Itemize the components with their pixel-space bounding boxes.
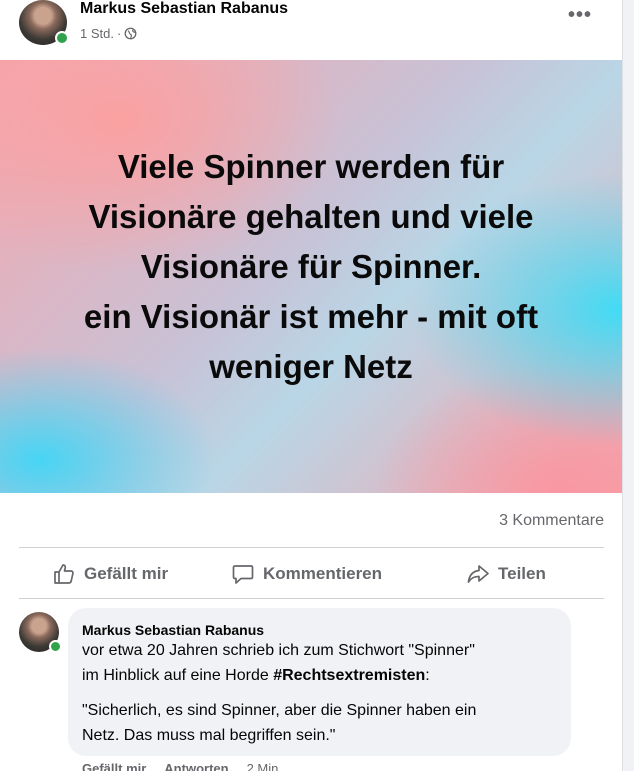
online-status-dot	[55, 31, 69, 45]
thumbs-up-icon	[54, 564, 74, 584]
divider	[19, 598, 604, 599]
post-actions: Gefällt mir Kommentieren Teilen	[19, 548, 604, 598]
comment: Markus Sebastian Rabanus vor etwa 20 Jah…	[0, 608, 622, 771]
comment-icon	[232, 565, 254, 584]
like-button[interactable]: Gefällt mir	[52, 562, 168, 586]
share-label: Teilen	[498, 564, 546, 583]
author-avatar[interactable]	[19, 0, 69, 45]
comment-label: Kommentieren	[263, 564, 383, 583]
globe-icon	[124, 27, 137, 40]
comment-quote-line: Netz. Das muss mal begriffen sein."	[82, 727, 336, 744]
banner-line: weniger Netz	[209, 347, 413, 385]
comment-button[interactable]: Kommentieren	[231, 562, 382, 586]
more-options-icon[interactable]: •••	[568, 5, 594, 28]
post-card: Markus Sebastian Rabanus 1 Std. · ••• Vi…	[0, 0, 623, 771]
comment-reply-link[interactable]: Antworten	[164, 761, 228, 771]
comments-count[interactable]: 3 Kommentare	[499, 512, 604, 530]
comment-like-link[interactable]: Gefällt mir	[82, 761, 146, 771]
share-button[interactable]: Teilen	[466, 562, 546, 586]
comment-time[interactable]: 2 Min.	[247, 761, 282, 771]
comment-actions: Gefällt mir Antworten 2 Min.	[82, 761, 282, 771]
post-author-name[interactable]: Markus Sebastian Rabanus	[80, 0, 288, 18]
meta-separator: ·	[116, 26, 122, 41]
banner-line: Viele Spinner werden für	[117, 147, 505, 185]
banner-line: Visionäre gehalten und viele	[88, 197, 534, 235]
post-meta: 1 Std. ·	[80, 26, 137, 41]
post-text-banner: Viele Spinner werden für Visionäre gehal…	[0, 60, 622, 493]
like-label: Gefällt mir	[84, 564, 169, 583]
commenter-avatar[interactable]	[19, 612, 62, 653]
commenter-name[interactable]: Markus Sebastian Rabanus	[82, 622, 264, 638]
comment-text-fragment: im Hinblick auf eine Horde	[82, 667, 274, 684]
comment-bubble: Markus Sebastian Rabanus vor etwa 20 Jah…	[68, 608, 571, 756]
post-time[interactable]: 1 Std.	[80, 26, 114, 41]
comment-text-line: im Hinblick auf eine Horde #Rechtsextrem…	[82, 667, 430, 685]
comment-quote-line: "Sicherlich, es sind Spinner, aber die S…	[82, 702, 477, 719]
post-header: Markus Sebastian Rabanus 1 Std. · •••	[0, 0, 622, 60]
banner-line: ein Visionär ist mehr - mit oft	[83, 297, 539, 335]
share-icon	[467, 565, 489, 583]
banner-text: Viele Spinner werden für Visionäre gehal…	[31, 142, 591, 392]
comment-text-fragment: :	[425, 667, 430, 684]
hashtag-link[interactable]: #Rechtsextremisten	[273, 667, 425, 684]
comment-text-line: vor etwa 20 Jahren schrieb ich zum Stich…	[82, 642, 475, 659]
banner-line: Visionäre für Spinner.	[140, 247, 482, 285]
online-status-dot	[49, 640, 62, 653]
